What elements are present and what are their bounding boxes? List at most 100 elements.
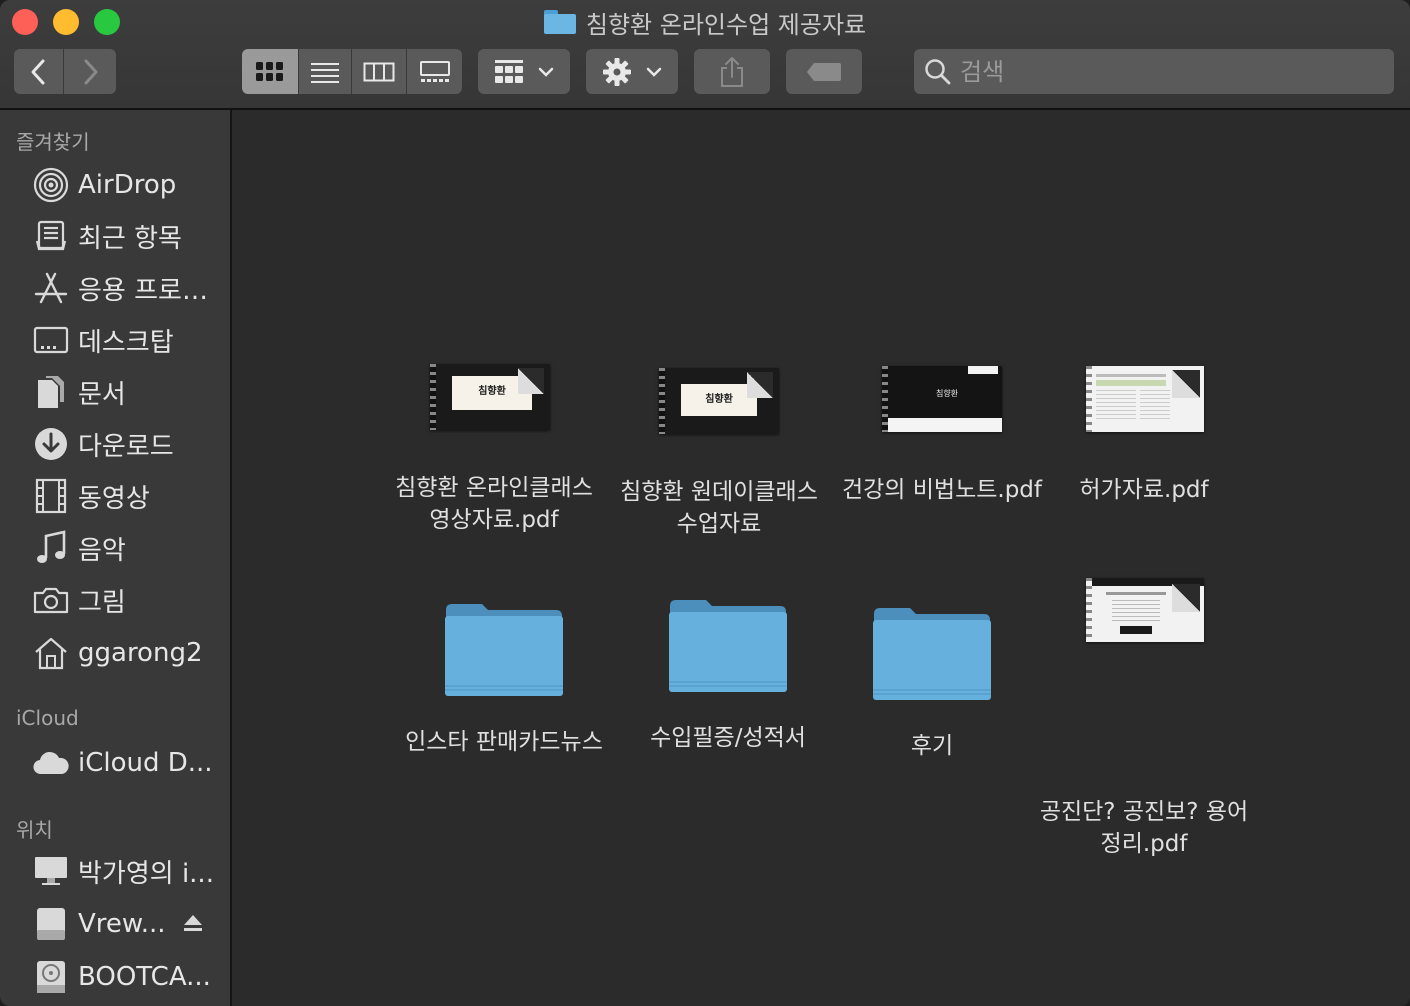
sidebar-item-home[interactable]: ggarong2 <box>32 631 222 675</box>
file-name-line: 수업자료 <box>676 511 762 537</box>
sidebar-item-desktop[interactable]: 데스크탑 <box>32 318 222 362</box>
documents-icon <box>32 373 70 411</box>
icloud-section-title: iCloud <box>16 706 79 730</box>
group-button[interactable] <box>478 49 570 94</box>
pdf-thumbnail <box>1086 578 1204 642</box>
grid-icon <box>256 61 283 81</box>
file-name: 침향환 원데이클래스 수업자료 <box>599 476 839 540</box>
sidebar-item-label: 그림 <box>78 587 126 618</box>
file-item[interactable]: 허가자료.pdf <box>1034 360 1254 550</box>
folder-icon <box>445 604 563 696</box>
toolbar: 침향환 온라인수업 제공자료 <box>0 0 1410 110</box>
disk-icon <box>32 958 70 996</box>
chevron-down-icon <box>538 67 554 77</box>
file-name: 허가자료.pdf <box>1024 474 1264 506</box>
file-item[interactable]: 침향환 건강의 비법노트.pdf <box>832 360 1052 550</box>
sidebar-item-bootcamp[interactable]: BOOTCA... <box>32 955 222 999</box>
pdf-thumbnail <box>1086 366 1204 432</box>
search-icon <box>925 58 951 84</box>
chevron-right-icon <box>84 59 98 84</box>
tags-button[interactable] <box>786 49 862 94</box>
file-browser: 침향환 침향환 온라인클래스 영상자료.pdf 침향환 침향환 원데이클래스 수… <box>234 110 1410 1006</box>
share-button[interactable] <box>694 49 770 94</box>
file-item[interactable]: 침향환 침향환 원데이클래스 수업자료 <box>609 360 829 550</box>
movies-icon <box>32 477 70 515</box>
sidebar-item-recents[interactable]: 최근 항목 <box>32 214 222 258</box>
sidebar-item-music[interactable]: 음악 <box>32 526 222 570</box>
file-name-line: 허가자료.pdf <box>1079 477 1209 503</box>
folder-icon <box>873 608 991 700</box>
sidebar-item-computer[interactable]: 박가영의 i... <box>32 849 222 893</box>
folder-item[interactable]: 후기 <box>822 594 1042 764</box>
sidebar: 즐겨찾기 AirDrop 최근 항목 응용 프로… 데스크탑 문서 다운로드 동… <box>0 110 232 1006</box>
desktop-icon <box>32 321 70 359</box>
sidebar-item-label: iCloud D... <box>78 748 213 778</box>
folder-item[interactable]: 수입필증/성적서 <box>618 586 838 756</box>
file-name: 인스타 판매카드뉴스 <box>384 726 624 758</box>
gallery-icon <box>419 60 450 82</box>
sidebar-item-icloud-drive[interactable]: iCloud D... <box>32 741 222 785</box>
folder-item[interactable]: 인스타 판매카드뉴스 <box>394 590 614 760</box>
sidebar-item-label: 다운로드 <box>78 431 174 462</box>
computer-icon <box>32 852 70 890</box>
sidebar-item-airdrop[interactable]: AirDrop <box>32 163 222 207</box>
view-mode-control <box>242 49 462 94</box>
eject-icon[interactable] <box>182 912 204 934</box>
thumbnail-text: 침향환 <box>705 394 733 405</box>
window-title: 침향환 온라인수업 제공자료 <box>0 4 1410 40</box>
sidebar-item-pictures[interactable]: 그림 <box>32 578 222 622</box>
file-name-line: 후기 <box>910 733 954 759</box>
sidebar-item-label: Vrew... <box>78 909 166 939</box>
sidebar-item-label: 동영상 <box>78 483 150 514</box>
file-name-line: 침향환 원데이클래스 <box>620 479 818 505</box>
favorites-section-title: 즐겨찾기 <box>16 130 90 154</box>
sidebar-item-label: 최근 항목 <box>78 223 182 254</box>
airdrop-icon <box>32 166 70 204</box>
chevron-left-icon <box>31 59 44 84</box>
chevron-down-icon <box>646 67 662 77</box>
gallery-view-button[interactable] <box>407 49 462 94</box>
sidebar-item-label: 박가영의 i... <box>78 858 214 889</box>
navigation-buttons <box>14 49 116 94</box>
sidebar-item-label: ggarong2 <box>78 638 203 668</box>
file-name-line: 침향환 온라인클래스 <box>395 475 593 501</box>
recents-icon <box>32 217 70 255</box>
sidebar-item-label: BOOTCA... <box>78 962 211 992</box>
thumbnail-text: 침향환 <box>478 386 506 397</box>
locations-section-title: 위치 <box>16 818 53 842</box>
list-icon <box>311 62 339 83</box>
pdf-thumbnail: 침향환 <box>430 364 550 430</box>
back-button[interactable] <box>14 49 64 94</box>
downloads-icon <box>32 425 70 463</box>
sidebar-item-label: 데스크탑 <box>78 327 174 358</box>
action-button[interactable] <box>586 49 678 94</box>
thumbnail-text: 침향환 <box>935 389 959 398</box>
cloud-icon <box>32 744 70 782</box>
sidebar-item-documents[interactable]: 문서 <box>32 370 222 414</box>
search-input[interactable] <box>960 57 1360 86</box>
sidebar-item-label: 응용 프로… <box>78 275 208 306</box>
file-name: 후기 <box>812 730 1052 762</box>
sidebar-item-label: 음악 <box>78 535 126 566</box>
file-item[interactable]: 침향환 침향환 온라인클래스 영상자료.pdf <box>384 360 604 550</box>
sidebar-item-applications[interactable]: 응용 프로… <box>32 266 222 310</box>
forward-button[interactable] <box>64 49 116 94</box>
search-field[interactable] <box>914 49 1394 94</box>
icon-view-button[interactable] <box>242 49 299 94</box>
file-name: 침향환 온라인클래스 영상자료.pdf <box>374 472 614 536</box>
file-name-line: 공진단? 공진보? 용어 <box>1039 799 1249 825</box>
file-item[interactable]: 공진단? 공진보? 용어 정리.pdf <box>1034 572 1254 857</box>
sidebar-item-downloads[interactable]: 다운로드 <box>32 422 222 466</box>
finder-window: 침향환 온라인수업 제공자료 검색 즐겨찾기 AirDrop 최근 항목 응용 … <box>0 0 1410 1006</box>
sidebar-item-label: 문서 <box>78 379 126 410</box>
home-icon <box>32 634 70 672</box>
list-view-button[interactable] <box>299 49 352 94</box>
applications-icon <box>32 269 70 307</box>
file-name-line: 인스타 판매카드뉴스 <box>405 729 603 755</box>
columns-icon <box>363 62 395 81</box>
sidebar-item-movies[interactable]: 동영상 <box>32 474 222 518</box>
group-grid-icon <box>495 59 523 83</box>
column-view-button[interactable] <box>352 49 407 94</box>
music-icon <box>32 529 70 567</box>
file-name-line: 영상자료.pdf <box>429 507 559 533</box>
